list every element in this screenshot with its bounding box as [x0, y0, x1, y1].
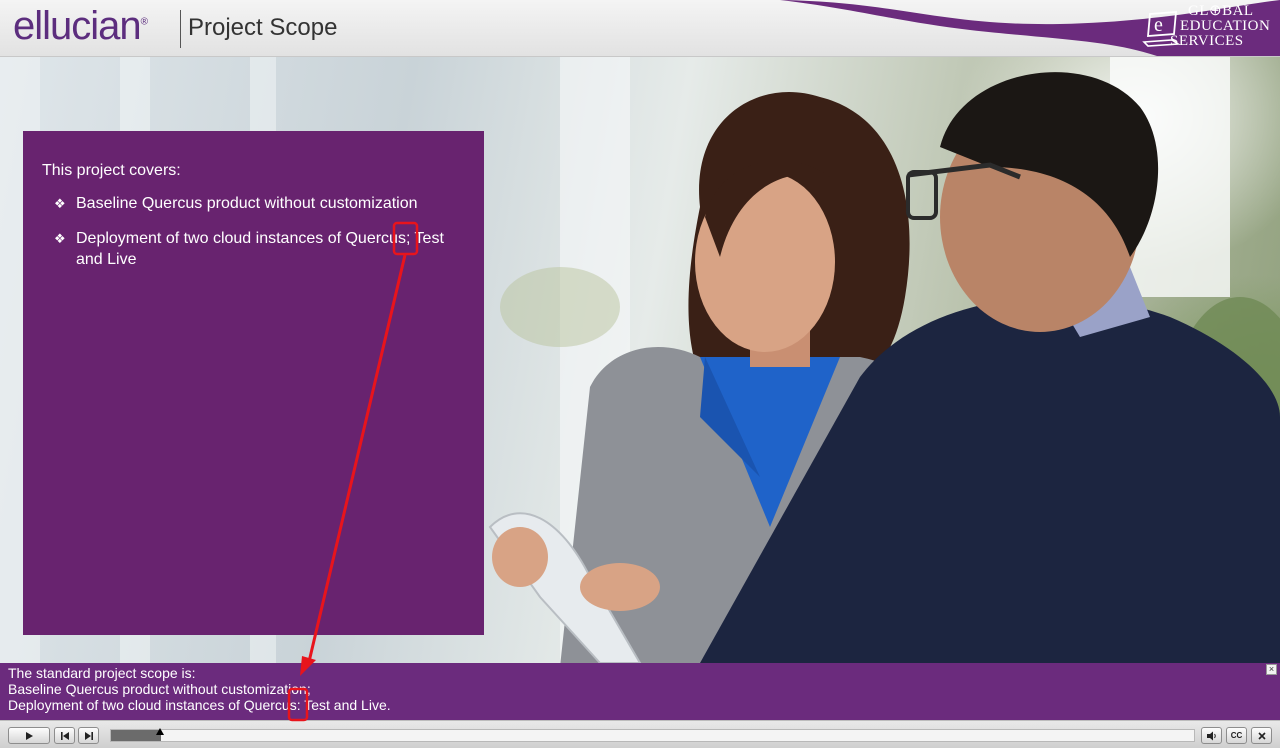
- seek-progress: [111, 730, 161, 741]
- bullet-text: Baseline Quercus product without customi…: [76, 195, 418, 212]
- closed-caption-box: The standard project scope is: Baseline …: [0, 663, 1280, 720]
- brand-line-education: EDUCATION: [1180, 18, 1271, 34]
- play-button[interactable]: [8, 727, 50, 744]
- svg-text:e: e: [1154, 14, 1163, 36]
- caption-line: The standard project scope is:: [8, 665, 196, 681]
- slide-area: This project covers: ❖ Baseline Quercus …: [0, 57, 1280, 663]
- forward-icon: [84, 731, 93, 740]
- closed-captions-icon: CC: [1230, 731, 1243, 740]
- volume-button[interactable]: [1201, 727, 1222, 744]
- bullet-item: ❖ Deployment of two cloud instances of Q…: [42, 228, 465, 270]
- brand-line-global: GL⊕BAL: [1188, 3, 1254, 19]
- seek-bar[interactable]: [110, 729, 1195, 742]
- logo-text: ellucian: [13, 4, 142, 48]
- ellucian-logo: ellucian®: [13, 4, 148, 49]
- panel-intro: This project covers:: [42, 162, 181, 179]
- rewind-button[interactable]: [54, 727, 75, 744]
- caption-line: Baseline Quercus product without customi…: [8, 681, 311, 697]
- caption-close-button[interactable]: ×: [1266, 664, 1277, 675]
- bullet-text: Deployment of two cloud instances of Que…: [76, 230, 444, 268]
- brand-line-services: SERVICES: [1170, 33, 1244, 49]
- content-panel: This project covers: ❖ Baseline Quercus …: [23, 131, 484, 635]
- logo-registered-mark: ®: [140, 16, 148, 28]
- caption-line: Deployment of two cloud instances of Que…: [8, 697, 391, 713]
- volume-icon: [1206, 731, 1216, 740]
- global-education-services-logo: e GL⊕BAL EDUCATION SERVICES: [1140, 2, 1274, 54]
- page-title: Project Scope: [188, 14, 338, 41]
- forward-button[interactable]: [78, 727, 99, 744]
- header-divider: [180, 10, 181, 48]
- rewind-icon: [60, 731, 69, 740]
- bullet-item: ❖ Baseline Quercus product without custo…: [42, 193, 465, 214]
- diamond-bullet-icon: ❖: [54, 231, 66, 246]
- seek-handle[interactable]: [156, 728, 164, 735]
- closed-captions-button[interactable]: CC: [1226, 727, 1247, 744]
- player-controls: CC: [0, 720, 1280, 748]
- close-icon: [1257, 731, 1266, 740]
- header-bar: ellucian® Project Scope e GL⊕BAL EDUCATI…: [0, 0, 1280, 57]
- exit-button[interactable]: [1251, 727, 1272, 744]
- diamond-bullet-icon: ❖: [54, 196, 66, 211]
- play-icon: [26, 731, 33, 740]
